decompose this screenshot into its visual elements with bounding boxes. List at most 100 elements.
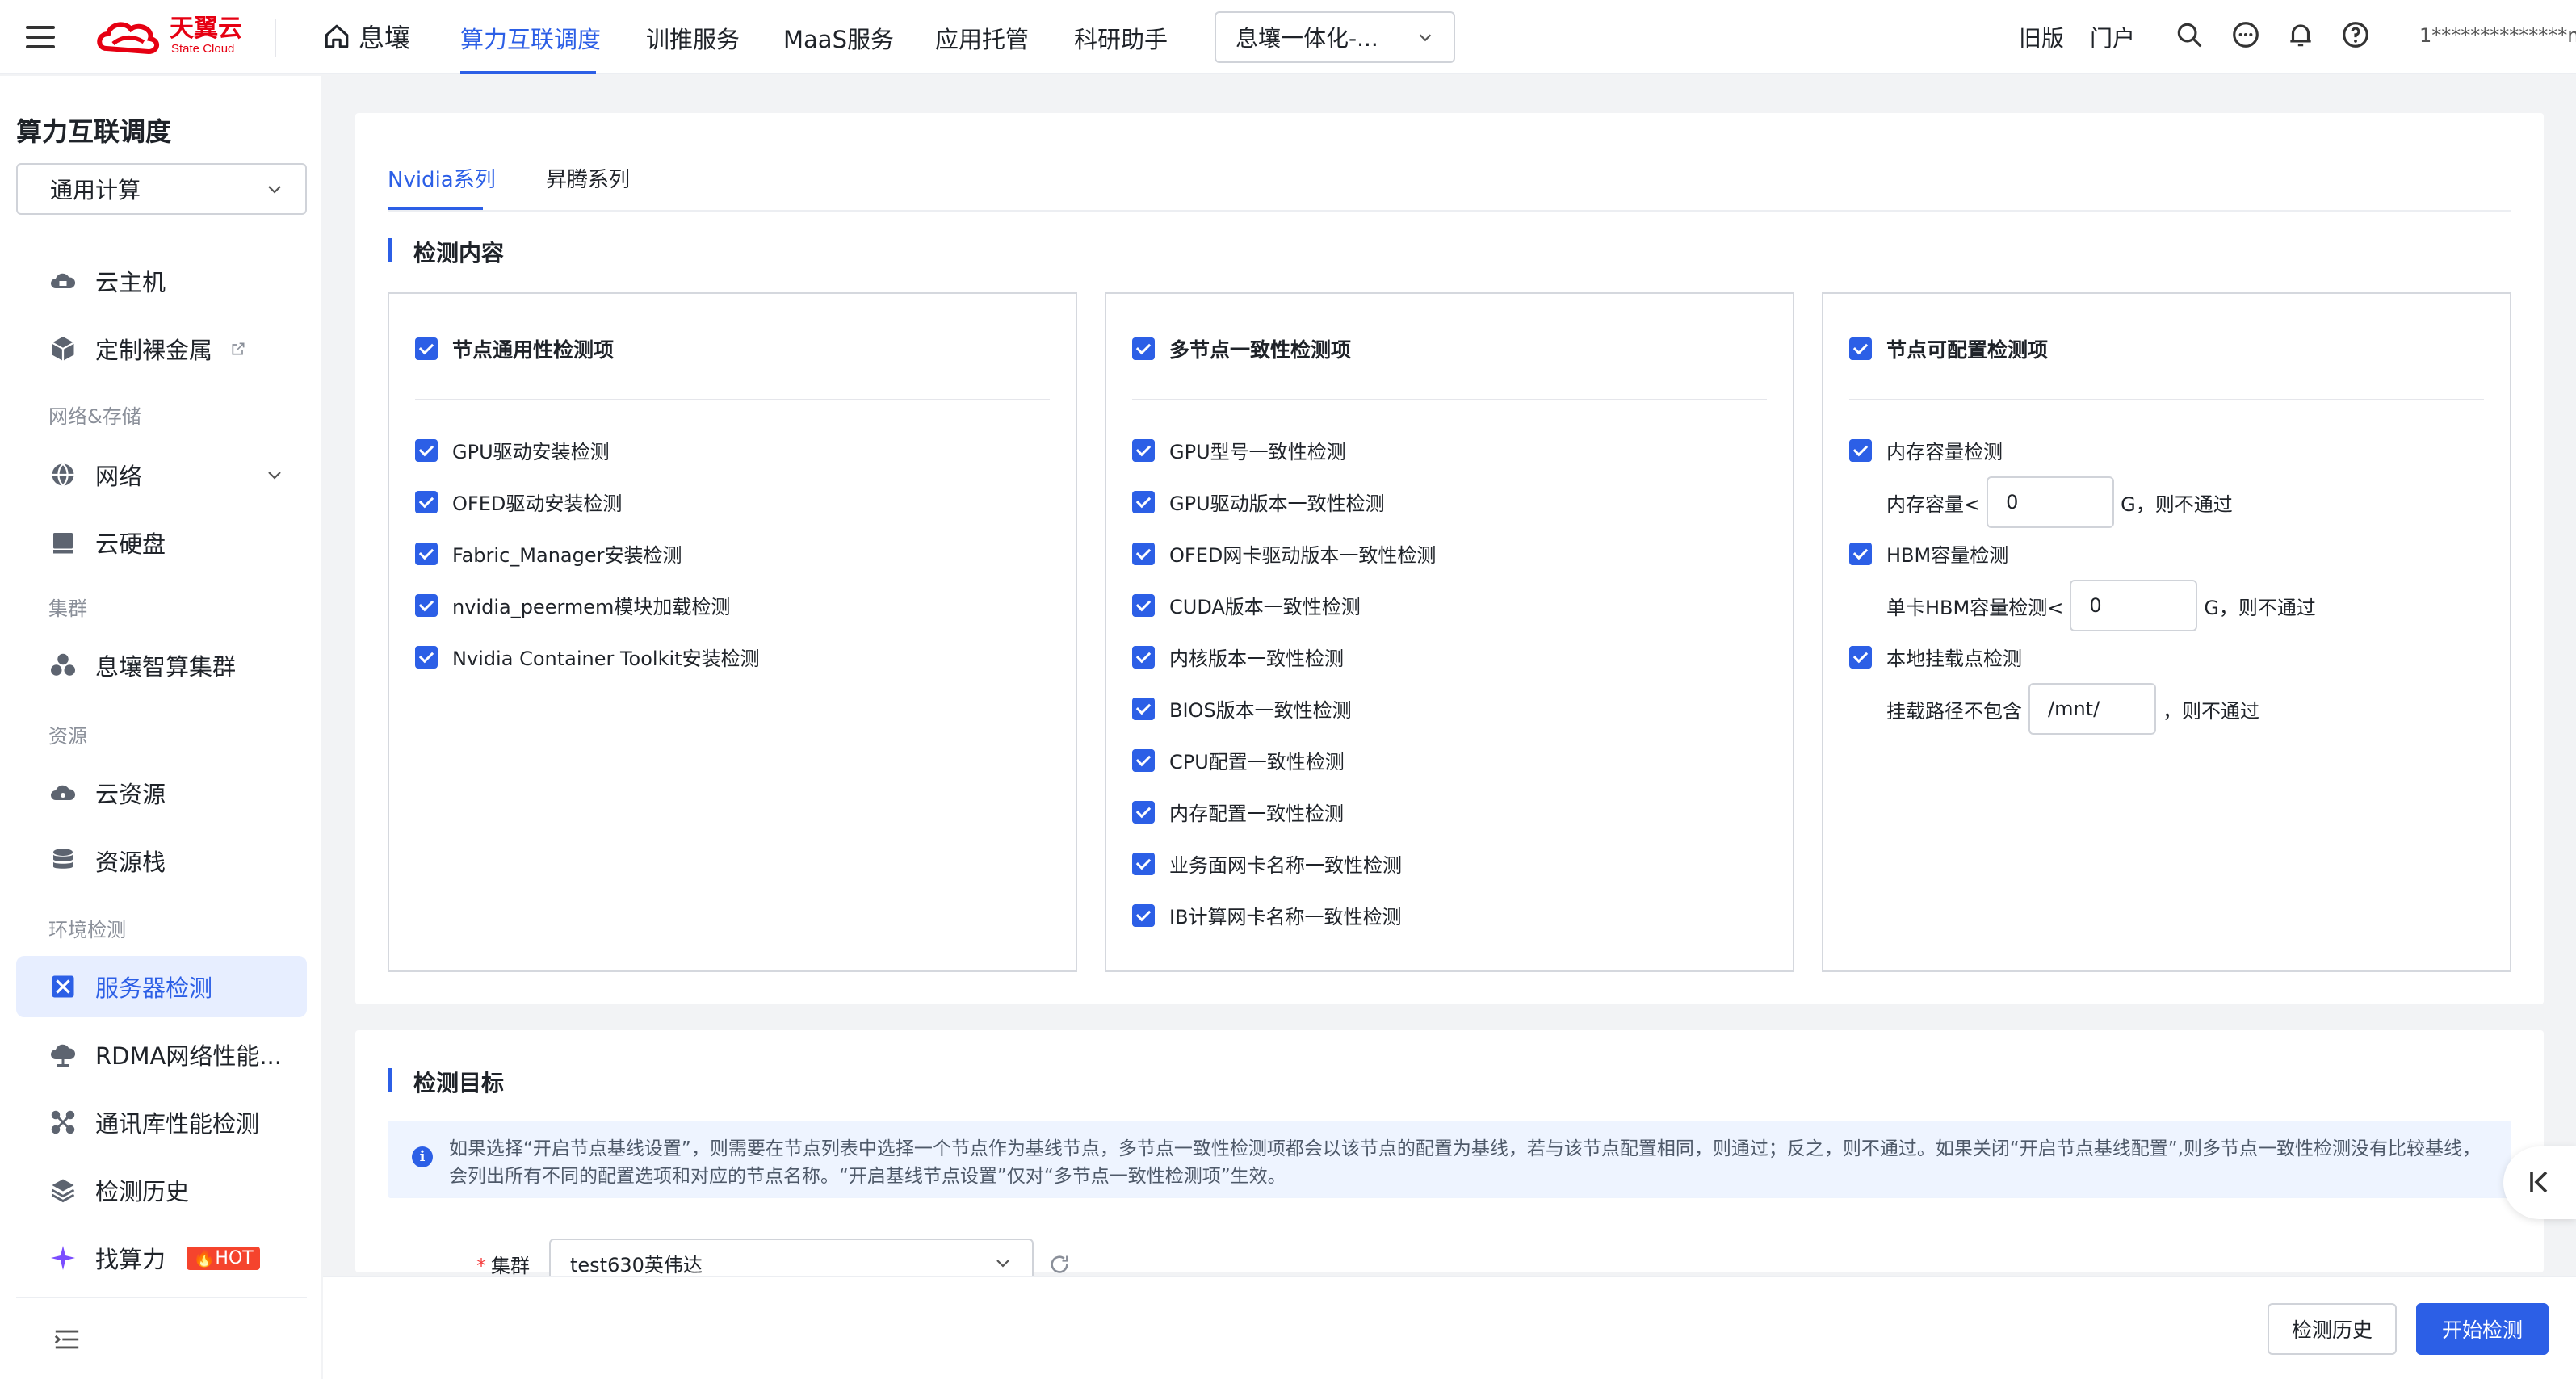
checkbox-checked[interactable] — [1849, 438, 1872, 462]
check-content-card: Nvidia系列 昇腾系列 检测内容 节点通用性检测项 GPU驱动安装检测 OF… — [355, 113, 2544, 1004]
sidebar-item-bare-metal[interactable]: 定制裸金属 — [16, 318, 307, 379]
checkbox-checked[interactable] — [1132, 697, 1155, 720]
sidebar-item-rdma-perf[interactable]: RDMA网络性能... — [16, 1024, 307, 1085]
check-item[interactable]: 业务面网卡名称一致性检测 — [1132, 849, 1402, 878]
sidebar-item-cloud-resource[interactable]: 云资源 — [16, 762, 307, 824]
check-item-label: 内核版本一致性检测 — [1169, 648, 1344, 670]
check-item-memory[interactable]: 内存容量检测 — [1849, 436, 2003, 464]
check-item-hbm[interactable]: HBM容量检测 — [1849, 539, 2008, 568]
check-item[interactable]: IB计算网卡名称一致性检测 — [1132, 901, 1402, 929]
check-item[interactable]: nvidia_peermem模块加载检测 — [415, 591, 730, 619]
nav-maas-service[interactable]: MaaS服务 — [783, 21, 894, 55]
checkbox-checked[interactable] — [1132, 593, 1155, 617]
checkbox-checked[interactable] — [415, 490, 438, 513]
checkbox-checked[interactable] — [1132, 748, 1155, 772]
sidebar-group-cluster: 集群 — [48, 597, 87, 620]
checkbox-checked[interactable] — [1132, 645, 1155, 669]
check-item[interactable]: CPU配置一致性检测 — [1132, 746, 1345, 774]
check-item-label: 内存配置一致性检测 — [1169, 803, 1344, 825]
refresh-icon[interactable] — [1048, 1253, 1071, 1276]
compute-category-select[interactable]: 通用计算 — [16, 163, 307, 215]
checkbox-checked[interactable] — [1132, 542, 1155, 565]
check-item[interactable]: CUDA版本一致性检测 — [1132, 591, 1361, 619]
portal-link[interactable]: 门户 — [2090, 21, 2135, 53]
required-mark: * — [476, 1255, 486, 1277]
check-item[interactable]: Fabric_Manager安装检测 — [415, 539, 682, 568]
workspace-select[interactable]: 息壤一体化-... — [1215, 11, 1455, 63]
nav-app-hosting[interactable]: 应用托管 — [935, 21, 1029, 55]
hbm-threshold-input[interactable]: 0 — [2070, 580, 2198, 631]
sidebar-item-network[interactable]: 网络 — [16, 444, 307, 505]
collapse-sidebar-icon[interactable] — [53, 1327, 81, 1352]
checkbox-checked[interactable] — [415, 337, 438, 360]
checkbox-checked[interactable] — [1132, 490, 1155, 513]
checkbox-checked[interactable] — [1849, 542, 1872, 565]
sidebar-item-cloud-disk[interactable]: 云硬盘 — [16, 512, 307, 573]
tab-ascend[interactable]: 昇腾系列 — [546, 163, 630, 193]
panel-header[interactable]: 节点可配置检测项 — [1849, 334, 2048, 363]
network-cloud-icon — [51, 1044, 76, 1067]
nav-research-assistant[interactable]: 科研助手 — [1074, 21, 1168, 55]
panel-header[interactable]: 多节点一致性检测项 — [1132, 334, 1351, 363]
tab-nvidia[interactable]: Nvidia系列 — [388, 163, 496, 193]
check-target-card: 检测目标 i 如果选择“开启节点基线设置”，则需要在节点列表中选择一个节点作为基… — [355, 1030, 2544, 1287]
help-icon[interactable] — [2340, 19, 2371, 50]
panel-header[interactable]: 节点通用性检测项 — [415, 334, 614, 363]
sidebar-item-comm-lib-perf[interactable]: 通讯库性能检测 — [16, 1092, 307, 1153]
mount-path-input[interactable]: /mnt/ — [2028, 683, 2156, 735]
check-item-label: GPU驱动安装检测 — [452, 441, 610, 463]
sidebar-item-server-check[interactable]: 服务器检测 — [16, 956, 307, 1017]
mount-path-suffix: ，则不通过 — [2163, 699, 2259, 723]
check-item[interactable]: 内存配置一致性检测 — [1132, 798, 1344, 826]
check-item[interactable]: BIOS版本一致性检测 — [1132, 694, 1352, 723]
sidebar-group-env-check: 环境检测 — [48, 919, 126, 941]
user-account[interactable]: 1**************m — [2419, 24, 2576, 47]
checkbox-checked[interactable] — [415, 438, 438, 462]
bell-icon[interactable] — [2285, 19, 2316, 50]
menu-icon[interactable] — [26, 23, 55, 52]
check-item[interactable]: GPU型号一致性检测 — [1132, 436, 1346, 464]
chat-icon[interactable] — [2230, 19, 2261, 50]
chevron-down-icon — [1419, 34, 1432, 42]
action-footer: 检测历史 开始检测 — [323, 1276, 2576, 1379]
sidebar-item-xirang-cluster[interactable]: 息壤智算集群 — [16, 635, 307, 696]
check-item[interactable]: OFED驱动安装检测 — [415, 488, 622, 516]
floating-collapse-tab[interactable] — [2503, 1146, 2576, 1219]
sidebar-item-find-compute[interactable]: 找算力 🔥HOT — [16, 1227, 307, 1289]
layers-icon — [51, 1179, 75, 1203]
home-link[interactable]: 息壤 — [323, 18, 410, 55]
check-item[interactable]: OFED网卡驱动版本一致性检测 — [1132, 539, 1436, 568]
checkbox-checked[interactable] — [1132, 800, 1155, 824]
old-version-link[interactable]: 旧版 — [2019, 21, 2064, 53]
sidebar-item-label: 通讯库性能检测 — [95, 1110, 260, 1138]
check-history-button[interactable]: 检测历史 — [2268, 1303, 2397, 1355]
nav-compute-scheduling[interactable]: 算力互联调度 — [460, 21, 601, 55]
check-item-mount[interactable]: 本地挂载点检测 — [1849, 643, 2022, 671]
check-item[interactable]: Nvidia Container Toolkit安装检测 — [415, 643, 760, 671]
sidebar-item-check-history[interactable]: 检测历史 — [16, 1159, 307, 1221]
checkbox-checked[interactable] — [1132, 903, 1155, 927]
nav-training-service[interactable]: 训推服务 — [646, 21, 740, 55]
check-item[interactable]: GPU驱动版本一致性检测 — [1132, 488, 1385, 516]
checkbox-checked[interactable] — [415, 542, 438, 565]
checkbox-checked[interactable] — [415, 593, 438, 617]
search-icon[interactable] — [2174, 19, 2205, 50]
check-item[interactable]: GPU驱动安装检测 — [415, 436, 610, 464]
sidebar-item-label: 找算力 — [95, 1246, 166, 1273]
checkbox-checked[interactable] — [1849, 645, 1872, 669]
memory-threshold-input[interactable]: 0 — [1987, 476, 2115, 528]
sidebar-item-cloud-host[interactable]: 云主机 — [16, 250, 307, 312]
checkbox-checked[interactable] — [1132, 438, 1155, 462]
checkbox-checked[interactable] — [415, 645, 438, 669]
sidebar-item-resource-stack[interactable]: 资源栈 — [16, 830, 307, 891]
check-item-label: IB计算网卡名称一致性检测 — [1169, 906, 1402, 928]
cluster-value: test630英伟达 — [570, 1253, 703, 1276]
check-item[interactable]: 内核版本一致性检测 — [1132, 643, 1344, 671]
sidebar-group-network-storage: 网络&存储 — [48, 405, 141, 428]
start-check-button[interactable]: 开始检测 — [2416, 1303, 2549, 1355]
checkbox-checked[interactable] — [1849, 337, 1872, 360]
sidebar-group-resources: 资源 — [48, 725, 87, 748]
check-item-label: OFED驱动安装检测 — [452, 492, 623, 515]
checkbox-checked[interactable] — [1132, 852, 1155, 875]
checkbox-checked[interactable] — [1132, 337, 1155, 360]
